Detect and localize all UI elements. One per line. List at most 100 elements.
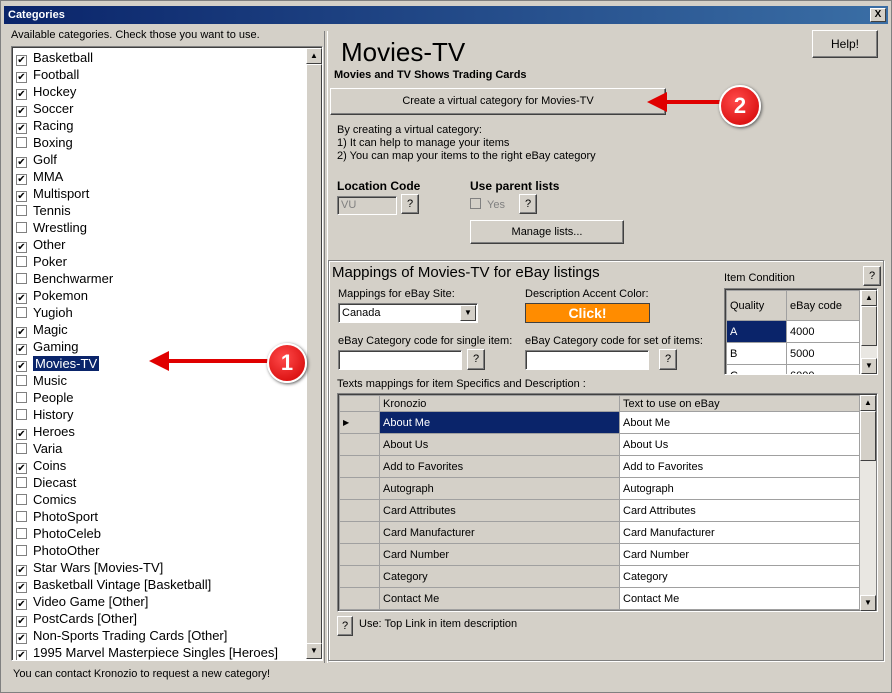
category-item[interactable]: PhotoOther bbox=[14, 542, 308, 559]
checked-checkbox-icon[interactable]: ✔ bbox=[16, 429, 27, 440]
scroll-thumb[interactable] bbox=[860, 411, 876, 461]
mapping-row[interactable]: ▶ About Me About Me bbox=[339, 411, 860, 434]
category-item[interactable]: ✔ Hockey bbox=[14, 83, 308, 100]
location-help-button[interactable]: ? bbox=[401, 194, 419, 214]
category-item[interactable]: ✔ Racing bbox=[14, 117, 308, 134]
category-item[interactable]: Comics bbox=[14, 491, 308, 508]
condition-row[interactable]: B 5000 bbox=[726, 342, 860, 365]
condition-scrollbar[interactable]: ▲ ▼ bbox=[861, 290, 877, 374]
unchecked-checkbox-icon[interactable] bbox=[16, 375, 27, 386]
checked-checkbox-icon[interactable]: ✔ bbox=[16, 650, 27, 660]
category-item[interactable]: ✔ Football bbox=[14, 66, 308, 83]
checked-checkbox-icon[interactable]: ✔ bbox=[16, 293, 27, 304]
checked-checkbox-icon[interactable]: ✔ bbox=[16, 157, 27, 168]
checked-checkbox-icon[interactable]: ✔ bbox=[16, 327, 27, 338]
checked-checkbox-icon[interactable]: ✔ bbox=[16, 191, 27, 202]
mapping-row[interactable]: Add to Favorites Add to Favorites bbox=[339, 455, 860, 478]
manage-lists-button[interactable]: Manage lists... bbox=[470, 220, 624, 244]
checked-checkbox-icon[interactable]: ✔ bbox=[16, 123, 27, 134]
ebay-text-cell[interactable]: Autograph bbox=[619, 477, 860, 500]
single-item-code-input[interactable] bbox=[338, 350, 462, 370]
category-item[interactable]: ✔ Heroes bbox=[14, 423, 308, 440]
ebay-text-cell[interactable]: Contact Me bbox=[619, 587, 860, 610]
accent-color-button[interactable]: Click! bbox=[525, 303, 650, 323]
close-button[interactable]: X bbox=[870, 8, 886, 22]
checked-checkbox-icon[interactable]: ✔ bbox=[16, 463, 27, 474]
unchecked-checkbox-icon[interactable] bbox=[16, 443, 27, 454]
category-item[interactable]: ✔ Multisport bbox=[14, 185, 308, 202]
unchecked-checkbox-icon[interactable] bbox=[16, 511, 27, 522]
scroll-up-button[interactable]: ▲ bbox=[306, 48, 322, 64]
set-code-input[interactable] bbox=[525, 350, 649, 370]
ebay-text-cell[interactable]: Card Manufacturer bbox=[619, 521, 860, 544]
mapping-row[interactable]: Autograph Autograph bbox=[339, 477, 860, 500]
condition-quality-cell[interactable]: A bbox=[726, 320, 787, 343]
category-item[interactable]: History bbox=[14, 406, 308, 423]
category-item[interactable]: ✔ Other bbox=[14, 236, 308, 253]
category-item[interactable]: ✔ MMA bbox=[14, 168, 308, 185]
category-item[interactable]: ✔ PostCards [Other] bbox=[14, 610, 308, 627]
category-item[interactable]: People bbox=[14, 389, 308, 406]
unchecked-checkbox-icon[interactable] bbox=[16, 545, 27, 556]
mapping-row[interactable]: Card Attributes Card Attributes bbox=[339, 499, 860, 522]
unchecked-checkbox-icon[interactable] bbox=[16, 528, 27, 539]
checked-checkbox-icon[interactable]: ✔ bbox=[16, 106, 27, 117]
parent-lists-help-button[interactable]: ? bbox=[519, 194, 537, 214]
unchecked-checkbox-icon[interactable] bbox=[16, 137, 27, 148]
ebay-text-cell[interactable]: Add to Favorites bbox=[619, 455, 860, 478]
category-item[interactable]: ✔ Star Wars [Movies-TV] bbox=[14, 559, 308, 576]
row-header[interactable] bbox=[339, 565, 380, 588]
checked-checkbox-icon[interactable]: ✔ bbox=[16, 633, 27, 644]
category-item[interactable]: ✔ Magic bbox=[14, 321, 308, 338]
texts-mapping-grid[interactable]: Kronozio Text to use on eBay ▶ About Me Ab… bbox=[337, 393, 878, 612]
mapping-row[interactable]: Card Manufacturer Card Manufacturer bbox=[339, 521, 860, 544]
item-condition-grid[interactable]: Quality eBay code A4000B5000C6000 ▲ ▼ bbox=[724, 288, 878, 375]
single-item-help-button[interactable]: ? bbox=[467, 349, 485, 370]
chevron-down-icon[interactable]: ▼ bbox=[460, 305, 476, 321]
checked-checkbox-icon[interactable]: ✔ bbox=[16, 599, 27, 610]
condition-code-cell[interactable]: 5000 bbox=[786, 342, 860, 365]
current-row-arrow-icon[interactable]: ▶ bbox=[339, 411, 380, 434]
ebay-text-cell[interactable]: About Me bbox=[619, 411, 860, 434]
category-item[interactable]: ✔ Coins bbox=[14, 457, 308, 474]
checked-checkbox-icon[interactable]: ✔ bbox=[16, 72, 27, 83]
category-item[interactable]: Boxing bbox=[14, 134, 308, 151]
scroll-down-button[interactable]: ▼ bbox=[306, 643, 322, 659]
item-condition-help-button[interactable]: ? bbox=[863, 266, 881, 286]
condition-quality-cell[interactable]: C bbox=[726, 364, 787, 374]
ebay-text-cell[interactable]: Category bbox=[619, 565, 860, 588]
create-virtual-category-button[interactable]: Create a virtual category for Movies-TV bbox=[330, 88, 666, 115]
category-item[interactable]: ✔ Golf bbox=[14, 151, 308, 168]
category-item[interactable]: Varia bbox=[14, 440, 308, 457]
grid-scrollbar[interactable]: ▲ ▼ bbox=[860, 395, 876, 611]
scroll-down-button[interactable]: ▼ bbox=[860, 595, 876, 611]
unchecked-checkbox-icon[interactable] bbox=[16, 477, 27, 488]
checked-checkbox-icon[interactable]: ✔ bbox=[16, 565, 27, 576]
category-item[interactable]: PhotoCeleb bbox=[14, 525, 308, 542]
ebay-text-cell[interactable]: Card Attributes bbox=[619, 499, 860, 522]
unchecked-checkbox-icon[interactable] bbox=[16, 409, 27, 420]
condition-code-cell[interactable]: 6000 bbox=[786, 364, 860, 374]
category-item[interactable]: Diecast bbox=[14, 474, 308, 491]
row-header[interactable] bbox=[339, 543, 380, 566]
mapping-row[interactable]: About Us About Us bbox=[339, 433, 860, 456]
condition-row[interactable]: C6000 bbox=[726, 364, 860, 374]
category-item[interactable]: ✔ Basketball Vintage [Basketball] bbox=[14, 576, 308, 593]
category-item[interactable]: ✔ Basketball bbox=[14, 49, 308, 66]
category-item[interactable]: ✔ Video Game [Other] bbox=[14, 593, 308, 610]
row-header[interactable] bbox=[339, 587, 380, 610]
unchecked-checkbox-icon[interactable] bbox=[16, 307, 27, 318]
mapping-row[interactable]: Category Category bbox=[339, 565, 860, 588]
checked-checkbox-icon[interactable]: ✔ bbox=[16, 89, 27, 100]
scroll-thumb[interactable] bbox=[861, 306, 877, 346]
ebay-site-select[interactable]: Canada ▼ bbox=[338, 303, 478, 323]
row-header[interactable] bbox=[339, 477, 380, 500]
help-button[interactable]: Help! bbox=[812, 30, 878, 58]
category-item[interactable]: ✔ 1995 Marvel Masterpiece Singles [Heroes… bbox=[14, 644, 308, 660]
top-link-help-button[interactable]: ? bbox=[337, 616, 353, 636]
checked-checkbox-icon[interactable]: ✔ bbox=[16, 361, 27, 372]
category-item[interactable]: Tennis bbox=[14, 202, 308, 219]
location-code-input[interactable]: VU bbox=[337, 196, 397, 215]
checked-checkbox-icon[interactable]: ✔ bbox=[16, 616, 27, 627]
checked-checkbox-icon[interactable]: ✔ bbox=[16, 344, 27, 355]
